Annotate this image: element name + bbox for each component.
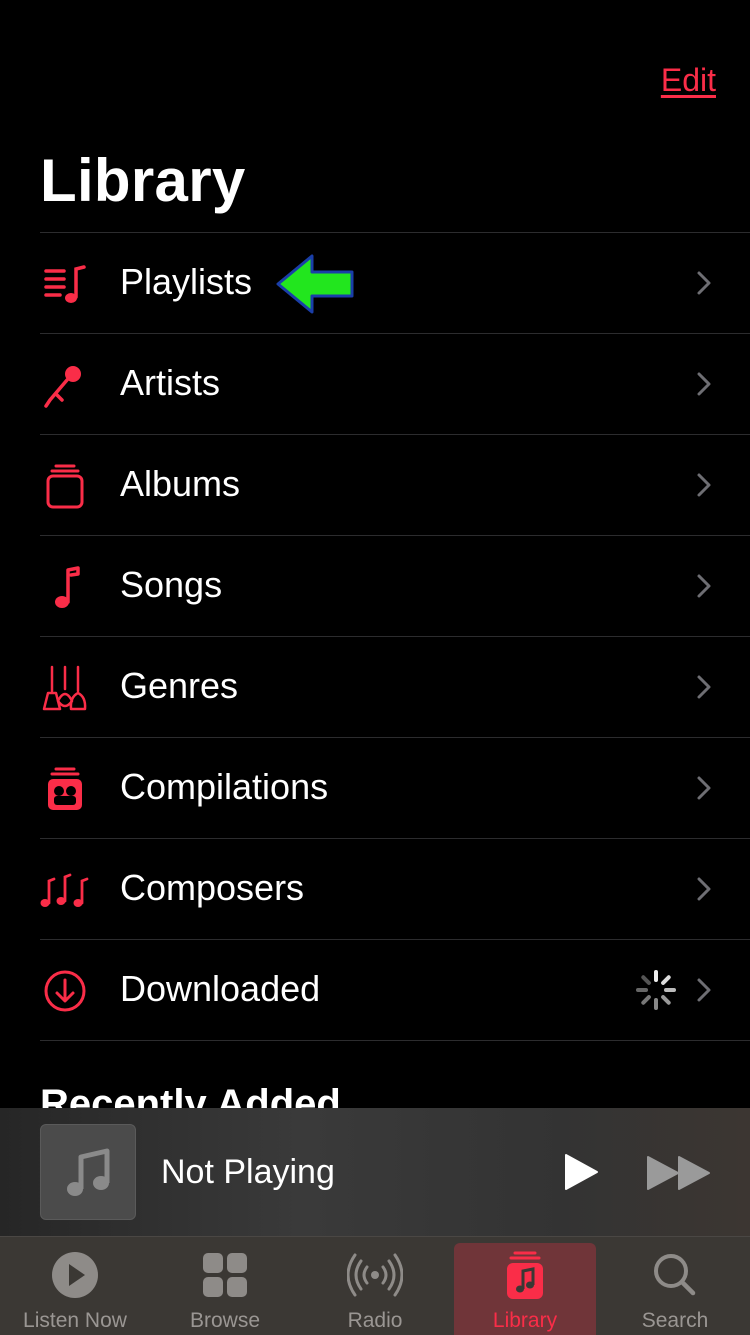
library-icon (507, 1251, 543, 1299)
chevron-right-icon (697, 877, 711, 901)
library-item-songs[interactable]: Songs (40, 535, 750, 636)
chevron-right-icon (697, 271, 711, 295)
library-item-downloaded[interactable]: Downloaded (40, 939, 750, 1041)
library-item-label: Artists (120, 362, 221, 403)
mini-player[interactable]: Not Playing (0, 1108, 750, 1236)
library-item-label: Composers (120, 867, 305, 908)
music-note-icon (67, 1148, 110, 1196)
fast-forward-button[interactable] (646, 1154, 712, 1192)
tab-browse[interactable]: Browse (150, 1237, 300, 1335)
tab-bar: Listen Now Browse Radio Library Search (0, 1236, 750, 1335)
edit-button[interactable]: Edit (661, 62, 716, 99)
guitars-icon (40, 663, 90, 713)
library-list: Playlists Artists Albums Songs Genres Co… (40, 232, 750, 1041)
chevron-right-icon (697, 978, 711, 1002)
tab-label: Library (492, 1309, 558, 1332)
tab-search[interactable]: Search (600, 1237, 750, 1335)
library-item-label: Albums (120, 463, 241, 504)
chevron-right-icon (697, 473, 711, 497)
tab-radio[interactable]: Radio (300, 1237, 450, 1335)
chevron-right-icon (697, 776, 711, 800)
grid-icon (203, 1253, 247, 1297)
music-notes-icon (40, 865, 90, 915)
tab-library[interactable]: Library (450, 1237, 600, 1335)
library-item-compilations[interactable]: Compilations (40, 737, 750, 838)
play-circle-icon (52, 1252, 98, 1298)
tab-listen-now[interactable]: Listen Now (0, 1237, 150, 1335)
music-note-icon (40, 562, 90, 612)
magnifier-icon (654, 1254, 696, 1296)
playlists-icon (40, 259, 90, 309)
tab-label: Browse (189, 1309, 261, 1332)
compilation-icon (40, 764, 90, 814)
chevron-right-icon (697, 675, 711, 699)
page-title: Library (40, 147, 246, 214)
library-item-composers[interactable]: Composers (40, 838, 750, 939)
chevron-right-icon (697, 574, 711, 598)
tab-label: Radio (347, 1309, 403, 1332)
tab-label: Listen Now (23, 1309, 127, 1332)
album-art-placeholder (40, 1124, 136, 1220)
radio-waves-icon (347, 1253, 403, 1297)
library-item-playlists[interactable]: Playlists (40, 232, 750, 333)
library-item-genres[interactable]: Genres (40, 636, 750, 737)
microphone-icon (40, 360, 90, 410)
album-stack-icon (40, 461, 90, 511)
tab-label: Search (641, 1309, 709, 1332)
play-button[interactable] (560, 1152, 600, 1192)
library-item-albums[interactable]: Albums (40, 434, 750, 535)
green-arrow-annotation-icon (276, 254, 354, 314)
now-playing-title: Not Playing (161, 1153, 335, 1191)
loading-spinner-icon (636, 970, 676, 1010)
library-item-label: Genres (120, 665, 239, 706)
library-item-artists[interactable]: Artists (40, 333, 750, 434)
library-item-label: Compilations (120, 766, 329, 807)
library-item-label: Downloaded (120, 968, 321, 1009)
chevron-right-icon (697, 372, 711, 396)
library-item-label: Playlists (120, 261, 253, 302)
download-circle-icon (40, 966, 90, 1016)
library-item-label: Songs (120, 564, 223, 605)
